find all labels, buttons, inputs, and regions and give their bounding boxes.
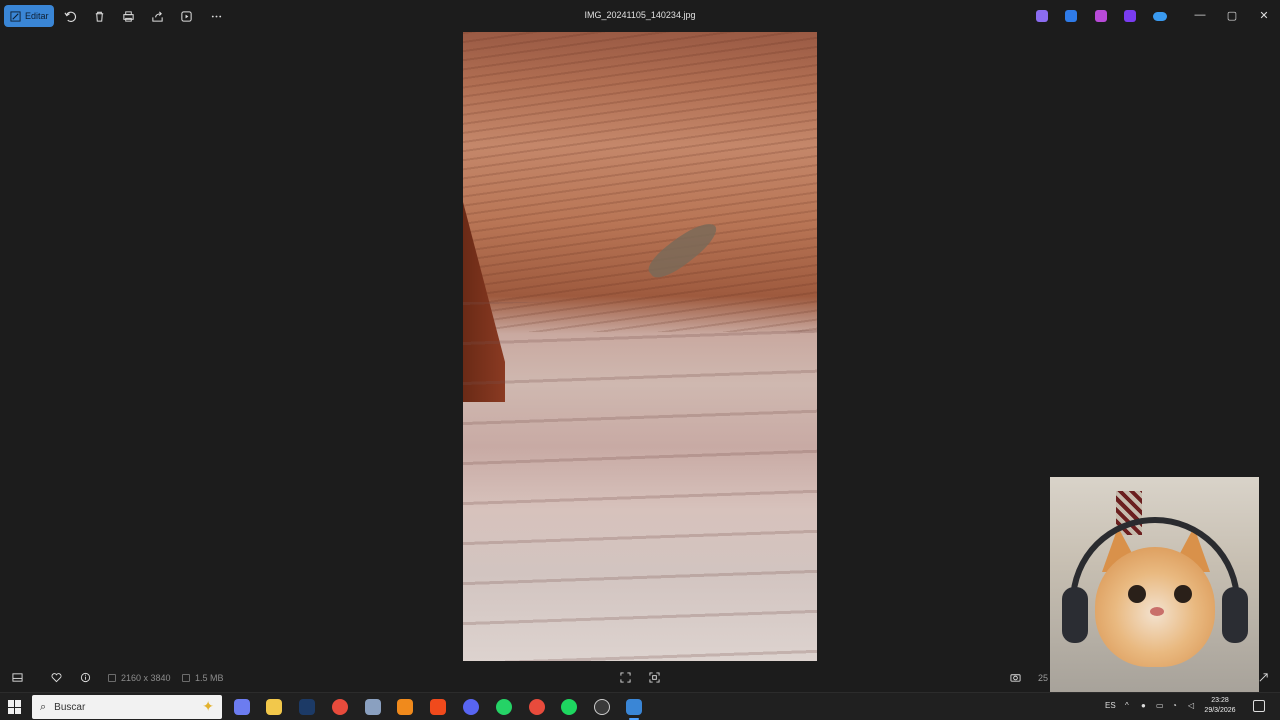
- headphone-band: [1070, 517, 1240, 637]
- screenshot-icon[interactable]: [1008, 670, 1022, 684]
- edit-label: Editar: [25, 11, 49, 21]
- clock[interactable]: 23:28 29/3/2026: [1203, 696, 1237, 716]
- file-explorer-app-icon[interactable]: [266, 699, 282, 715]
- chrome-app-icon[interactable]: [332, 699, 348, 715]
- photos-app-window: Editar IMG_20241105_140234.jpg — ▢ ✕ 216…: [0, 0, 1280, 694]
- edit-button[interactable]: Editar: [4, 5, 54, 27]
- clock-date: 29/3/2026: [1204, 707, 1236, 714]
- edit-icon: [10, 10, 21, 22]
- taskbar: ⌕ Buscar ✦ ES ^ ● ▭ ◔ ◁ 23:28 29/3/2026: [0, 692, 1280, 720]
- zoom-level[interactable]: 25: [1038, 673, 1048, 683]
- info-icon[interactable]: [78, 670, 92, 684]
- photoshop-app-icon[interactable]: [299, 699, 315, 715]
- designer-icon[interactable]: [1065, 10, 1077, 22]
- start-button[interactable]: [8, 700, 22, 714]
- share-icon[interactable]: [149, 8, 165, 24]
- delete-icon[interactable]: [91, 8, 107, 24]
- fl-studio-app-icon[interactable]: [397, 699, 413, 715]
- fit-to-window-icon[interactable]: [618, 670, 632, 684]
- copilot-app-icon[interactable]: [234, 699, 250, 715]
- search-icon: ⌕: [40, 700, 47, 713]
- actual-size-icon[interactable]: [647, 670, 661, 684]
- photos-app-icon[interactable]: [626, 699, 642, 720]
- brave-app-icon[interactable]: [430, 699, 446, 715]
- discord-app-icon[interactable]: [463, 699, 479, 715]
- image-dimensions: 2160 x 3840: [108, 673, 171, 683]
- spotify-app-icon[interactable]: [561, 699, 577, 715]
- network-icon[interactable]: ◔: [1172, 701, 1177, 710]
- close-icon[interactable]: ✕: [1257, 8, 1271, 22]
- whatsapp-app-icon[interactable]: [496, 699, 512, 715]
- chrome-alt-app-icon[interactable]: [529, 699, 545, 715]
- video-editor-icon[interactable]: [1095, 10, 1107, 22]
- onedrive-icon[interactable]: [1153, 12, 1167, 21]
- display-icon[interactable]: ▭: [1156, 701, 1164, 710]
- headphone-cup-left: [1062, 587, 1088, 643]
- file-size-text: 1.5 MB: [195, 673, 224, 683]
- dimensions-icon: [108, 674, 116, 682]
- photo-view[interactable]: [463, 32, 817, 661]
- volume-icon[interactable]: ◁: [1188, 701, 1194, 710]
- file-size-icon: [182, 674, 190, 682]
- taskbar-search[interactable]: ⌕ Buscar ✦: [32, 695, 222, 719]
- restore-icon[interactable]: ▢: [1225, 8, 1239, 22]
- microphone-icon[interactable]: ●: [1141, 701, 1146, 710]
- slideshow-icon[interactable]: [178, 8, 194, 24]
- window-title: IMG_20241105_140234.jpg: [584, 10, 696, 20]
- copilot-icon[interactable]: [1036, 10, 1048, 22]
- more-icon[interactable]: [208, 8, 224, 24]
- obs-app-icon[interactable]: [594, 699, 610, 715]
- language-indicator[interactable]: ES: [1105, 701, 1116, 710]
- search-placeholder: Buscar: [54, 701, 86, 713]
- top-toolbar: Editar IMG_20241105_140234.jpg — ▢ ✕: [0, 0, 1280, 32]
- file-size: 1.5 MB: [182, 673, 224, 683]
- headphone-cup-right: [1222, 587, 1248, 643]
- dimensions-text: 2160 x 3840: [121, 673, 171, 683]
- rock-wall-texture: [463, 32, 817, 332]
- filmstrip-icon[interactable]: [10, 670, 24, 684]
- rock-ledges: [463, 302, 817, 661]
- minimize-icon[interactable]: —: [1193, 8, 1207, 22]
- favorite-icon[interactable]: [49, 670, 63, 684]
- app-5-icon[interactable]: [365, 699, 381, 715]
- webcam-overlay: [1050, 477, 1259, 694]
- notifications-icon[interactable]: [1253, 700, 1265, 712]
- sparkle-icon: ✦: [202, 698, 214, 714]
- rotate-icon[interactable]: [62, 8, 78, 24]
- clipchamp-icon[interactable]: [1124, 10, 1136, 22]
- chevron-up-icon[interactable]: ^: [1125, 701, 1129, 710]
- print-icon[interactable]: [120, 8, 136, 24]
- clock-time: 23:28: [1211, 697, 1229, 704]
